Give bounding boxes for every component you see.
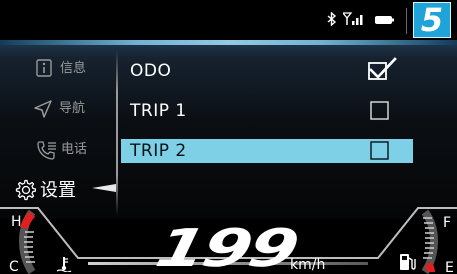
sidebar-item-label: 设置: [40, 180, 76, 201]
option-label: TRIP 2: [130, 141, 187, 161]
battery-icon: [375, 16, 394, 24]
option-trip1[interactable]: TRIP 1: [121, 98, 413, 124]
sidebar-item-label: 导航: [59, 101, 86, 116]
sidebar-item-navigation[interactable]: 导航: [0, 95, 118, 123]
navigation-icon: [34, 100, 52, 118]
signal-icon: [343, 12, 363, 25]
sidebar-item-phone[interactable]: 电话: [0, 136, 118, 164]
sidebar-item-label: 电话: [61, 142, 88, 157]
checkbox-checked-icon[interactable]: [367, 57, 397, 81]
coolant-temp-icon: [56, 257, 72, 272]
status-bar: 5: [0, 0, 457, 40]
gear-indicator: 5: [413, 1, 451, 39]
checkbox-icon[interactable]: [370, 101, 390, 121]
phone-icon: [37, 141, 56, 160]
speed-unit: km/h: [290, 257, 326, 273]
menu-top-glow: [0, 40, 457, 45]
temp-cold-label: C: [9, 259, 19, 274]
option-trip2[interactable]: TRIP 2: [121, 139, 413, 163]
option-label: TRIP 1: [130, 101, 187, 121]
option-odo[interactable]: ODO: [121, 57, 413, 84]
status-divider: [406, 8, 407, 34]
bluetooth-icon: [327, 12, 337, 26]
settings-gear-icon: [15, 179, 36, 201]
fuel-empty-label: E: [445, 260, 454, 274]
dashboard-screen: 5 信息 导航 电话 设置 ODO TRIP 1 TRIP 2 H C F E …: [0, 0, 457, 274]
checkbox-icon[interactable]: [370, 141, 390, 161]
fuel-full-label: F: [443, 215, 452, 231]
info-icon: [36, 59, 52, 77]
instrument-panel: H C F E 199 km/h: [0, 206, 457, 274]
temp-hot-label: H: [11, 214, 22, 230]
active-item-pointer: [92, 184, 116, 192]
fuel-pump-icon: [400, 254, 416, 270]
sidebar-item-label: 信息: [60, 61, 87, 76]
sidebar-item-info[interactable]: 信息: [0, 55, 118, 83]
gear-value: 5: [420, 1, 444, 39]
menu-divider: [116, 50, 118, 216]
option-label: ODO: [130, 61, 172, 81]
